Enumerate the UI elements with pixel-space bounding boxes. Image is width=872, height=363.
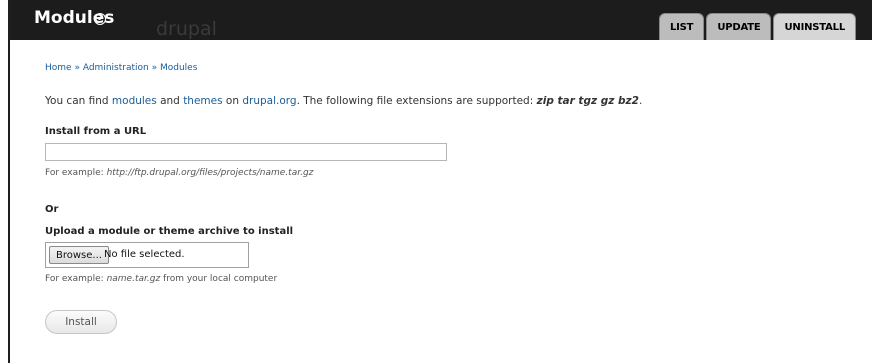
themes-link[interactable]: themes xyxy=(183,95,222,107)
drupal-watermark: drupal xyxy=(156,18,217,40)
or-label: Or xyxy=(45,204,59,215)
help-prefix: You can find xyxy=(45,95,112,107)
desc-suffix: from your local computer xyxy=(160,274,278,284)
add-shortcut-icon[interactable] xyxy=(94,13,106,25)
install-url-input[interactable] xyxy=(45,143,447,161)
upload-file-field: Browse... No file selected. xyxy=(45,242,249,268)
frame-left-border xyxy=(8,0,10,363)
breadcrumb-separator: » xyxy=(74,63,80,73)
install-url-label: Install from a URL xyxy=(45,126,147,137)
upload-label: Upload a module or theme archive to inst… xyxy=(45,226,294,237)
tab-update[interactable]: UPDATE xyxy=(706,13,772,40)
help-suffix: . The following file extensions are supp… xyxy=(296,95,537,107)
help-text: You can find modules and themes on drupa… xyxy=(45,95,642,107)
page-frame xyxy=(8,0,872,363)
modules-link[interactable]: modules xyxy=(112,95,157,107)
breadcrumb-home[interactable]: Home xyxy=(45,63,72,73)
install-url-description: For example: http://ftp.drupal.org/files… xyxy=(45,168,313,178)
help-on: on xyxy=(222,95,243,107)
help-and: and xyxy=(156,95,184,107)
breadcrumb-administration[interactable]: Administration xyxy=(83,63,149,73)
browse-button[interactable]: Browse... xyxy=(49,246,109,264)
help-end: . xyxy=(638,95,643,107)
desc-prefix: For example: xyxy=(45,168,107,178)
url-example: http://ftp.drupal.org/files/projects/nam… xyxy=(106,168,314,178)
tab-list[interactable]: LIST xyxy=(658,13,705,40)
breadcrumb-modules[interactable]: Modules xyxy=(160,63,197,73)
desc-prefix: For example: xyxy=(45,274,107,284)
drupal-org-link[interactable]: drupal.org xyxy=(242,95,296,107)
breadcrumb: Home » Administration » Modules xyxy=(45,63,197,73)
tabs: LIST UPDATE UNINSTALL xyxy=(658,13,856,40)
tab-uninstall[interactable]: UNINSTALL xyxy=(773,13,856,40)
breadcrumb-separator: » xyxy=(151,63,158,73)
admin-header: Modules drupal LIST UPDATE UNINSTALL xyxy=(8,0,872,40)
upload-description: For example: name.tar.gz from your local… xyxy=(45,274,277,284)
no-file-selected: No file selected. xyxy=(104,249,185,260)
install-button[interactable]: Install xyxy=(45,310,117,334)
upload-example: name.tar.gz xyxy=(106,274,161,284)
supported-extensions: zip tar tgz gz bz2 xyxy=(536,95,639,107)
